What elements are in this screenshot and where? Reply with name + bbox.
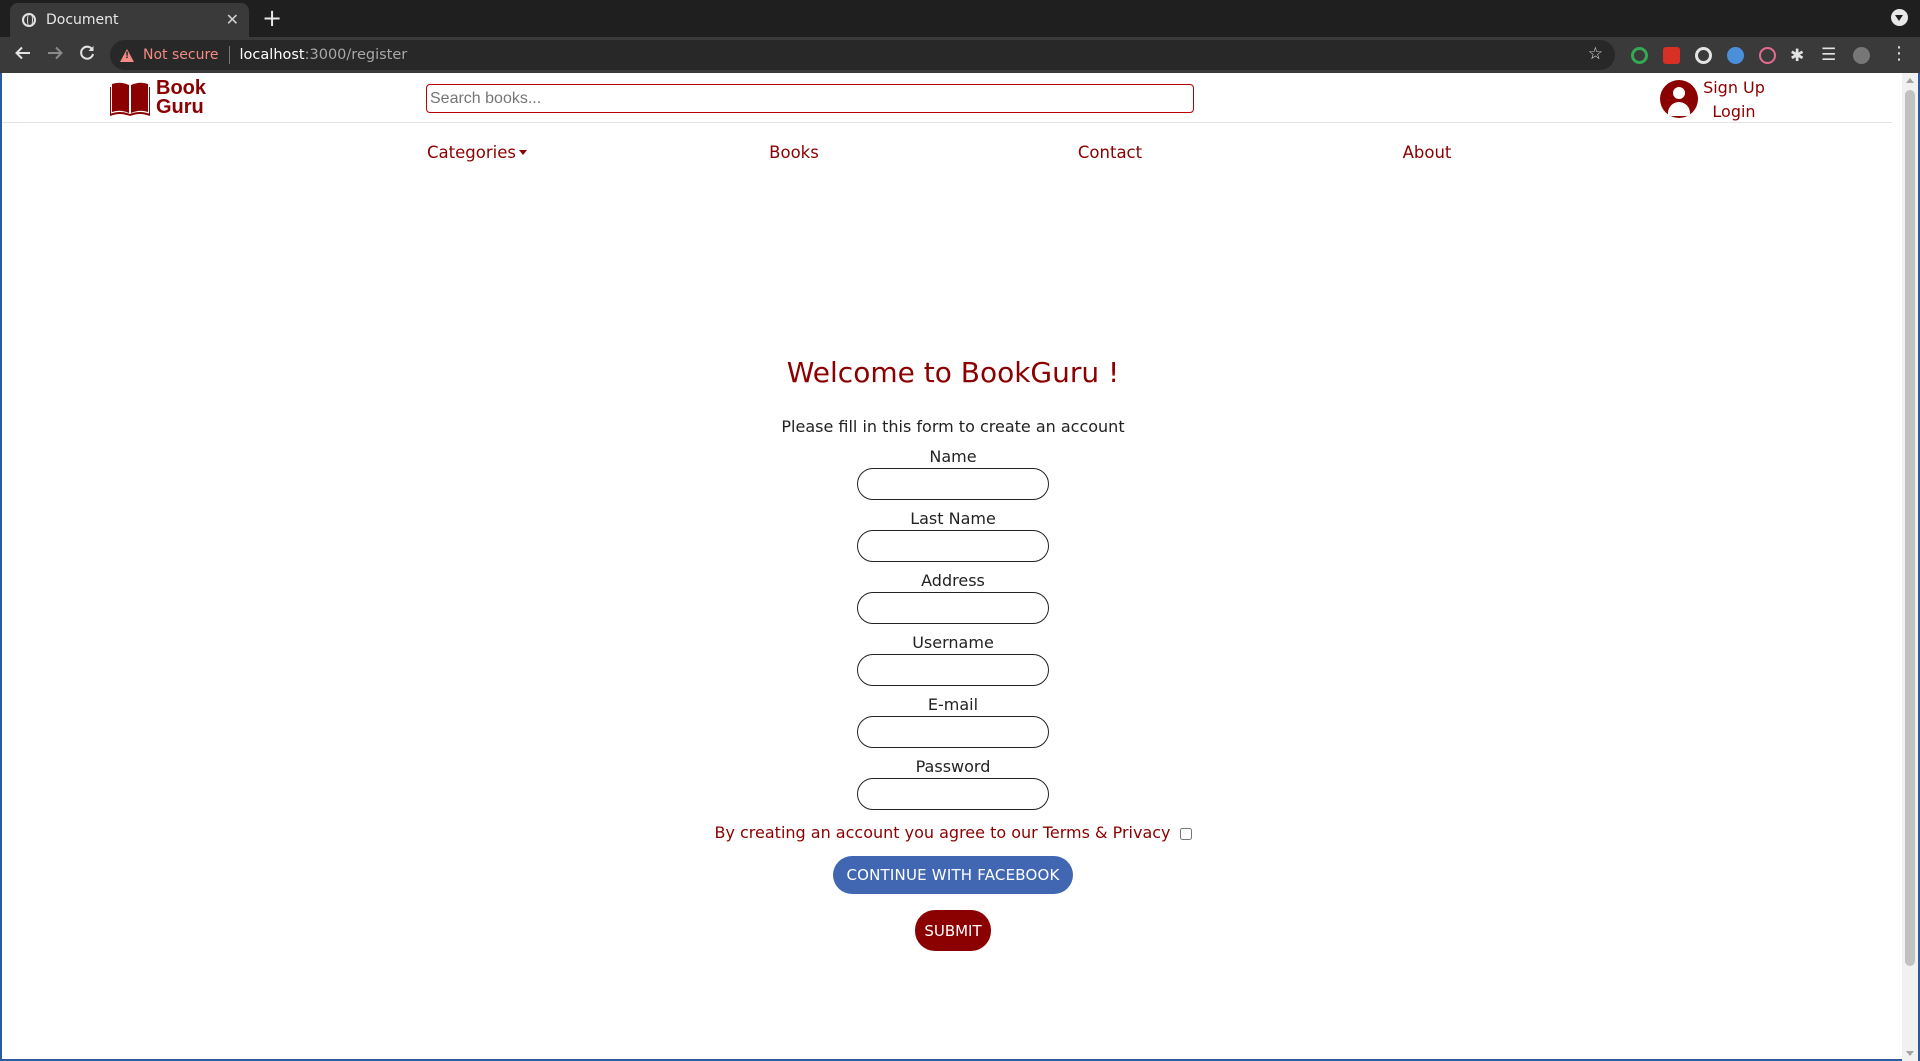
url-path: :3000/register — [304, 47, 408, 63]
back-arrow-icon[interactable] — [14, 44, 32, 67]
user-icon-body — [1668, 102, 1690, 116]
chevron-down-icon — [518, 150, 527, 155]
terms-text: By creating an account you agree to our … — [714, 823, 1171, 842]
nav-categories-label: Categories — [427, 143, 516, 162]
nav-categories[interactable]: Categories — [427, 143, 527, 162]
email-label: E-mail — [927, 695, 979, 714]
page-title: Welcome to BookGuru ! — [786, 356, 1120, 389]
continue-with-facebook-button[interactable]: CONTINUE WITH FACEBOOK — [833, 856, 1073, 894]
open-book-icon — [110, 82, 150, 116]
extension-glasses-icon[interactable] — [1759, 47, 1776, 64]
browser-toolbar: Not secure localhost :3000/register ☆ ✱ … — [0, 37, 1920, 73]
address-field[interactable] — [857, 592, 1049, 624]
extension-blue-icon[interactable] — [1727, 47, 1744, 64]
register-form: Welcome to BookGuru ! Please fill in thi… — [2, 350, 1904, 951]
last-name-field-group: Last Name — [2, 509, 1904, 562]
password-field-group: Password — [2, 757, 1904, 810]
auth-links: Sign Up Login — [1702, 76, 1766, 124]
forward-arrow-icon[interactable] — [46, 44, 64, 67]
extension-circle-icon[interactable] — [1695, 47, 1712, 64]
name-field-group: Name — [2, 447, 1904, 500]
address-field-group: Address — [2, 571, 1904, 624]
scroll-thumb[interactable] — [1905, 90, 1915, 966]
logo-text: Book Guru — [156, 78, 206, 118]
scroll-up-icon[interactable] — [1906, 78, 1914, 83]
main-nav: Categories Books Contact About — [2, 143, 1892, 167]
reload-icon[interactable] — [78, 44, 96, 67]
nav-books[interactable]: Books — [769, 143, 819, 162]
extension-red-icon[interactable] — [1663, 47, 1680, 64]
last-name-field[interactable] — [857, 530, 1049, 562]
email-field-group: E-mail — [2, 695, 1904, 748]
warning-icon — [120, 48, 134, 62]
extension-green-icon[interactable] — [1631, 47, 1648, 64]
vertical-scrollbar[interactable] — [1902, 73, 1918, 1061]
name-field[interactable] — [857, 468, 1049, 500]
submit-button[interactable]: SUBMIT — [915, 910, 991, 951]
nav-about[interactable]: About — [1403, 143, 1452, 162]
username-field-group: Username — [2, 633, 1904, 686]
email-field[interactable] — [857, 716, 1049, 748]
site-logo[interactable]: Book Guru — [110, 78, 206, 118]
extensions-icon[interactable]: ✱ — [1790, 45, 1804, 67]
close-icon[interactable]: ✕ — [226, 12, 239, 28]
star-icon[interactable]: ☆ — [1588, 44, 1603, 64]
terms-checkbox[interactable] — [1179, 828, 1192, 840]
browser-tab[interactable]: Document ✕ — [10, 3, 249, 37]
tab-title: Document — [46, 12, 119, 28]
password-label: Password — [915, 757, 991, 776]
search-input[interactable] — [426, 84, 1194, 113]
logo-line-2: Guru — [156, 96, 204, 118]
username-label: Username — [912, 633, 994, 652]
browser-tabstrip: Document ✕ + — [0, 0, 1920, 37]
security-status[interactable]: Not secure — [143, 47, 219, 63]
scroll-down-icon[interactable] — [1906, 1051, 1914, 1056]
form-subtitle: Please fill in this form to create an ac… — [781, 417, 1125, 436]
user-icon-head — [1673, 87, 1685, 99]
username-field[interactable] — [857, 654, 1049, 686]
new-tab-icon[interactable]: + — [262, 6, 282, 30]
terms-row: By creating an account you agree to our … — [2, 823, 1904, 842]
user-icon[interactable] — [1660, 80, 1698, 118]
url-host: localhost — [239, 47, 305, 63]
login-link[interactable]: Login — [1702, 100, 1766, 124]
signup-link[interactable]: Sign Up — [1702, 76, 1766, 100]
site-header: Book Guru Sign Up Login — [2, 73, 1892, 123]
password-field[interactable] — [857, 778, 1049, 810]
globe-icon — [22, 13, 36, 27]
menu-icon[interactable]: ⋮ — [1890, 43, 1908, 65]
tab-search-icon[interactable] — [1891, 9, 1908, 26]
address-bar[interactable]: Not secure localhost :3000/register ☆ — [110, 40, 1615, 70]
last-name-label: Last Name — [910, 509, 996, 528]
nav-contact[interactable]: Contact — [1078, 143, 1142, 162]
reading-list-icon[interactable]: ☰ — [1821, 44, 1836, 66]
name-label: Name — [929, 447, 977, 466]
avatar[interactable] — [1853, 47, 1870, 64]
omnibox-divider — [228, 46, 230, 64]
address-label: Address — [921, 571, 985, 590]
